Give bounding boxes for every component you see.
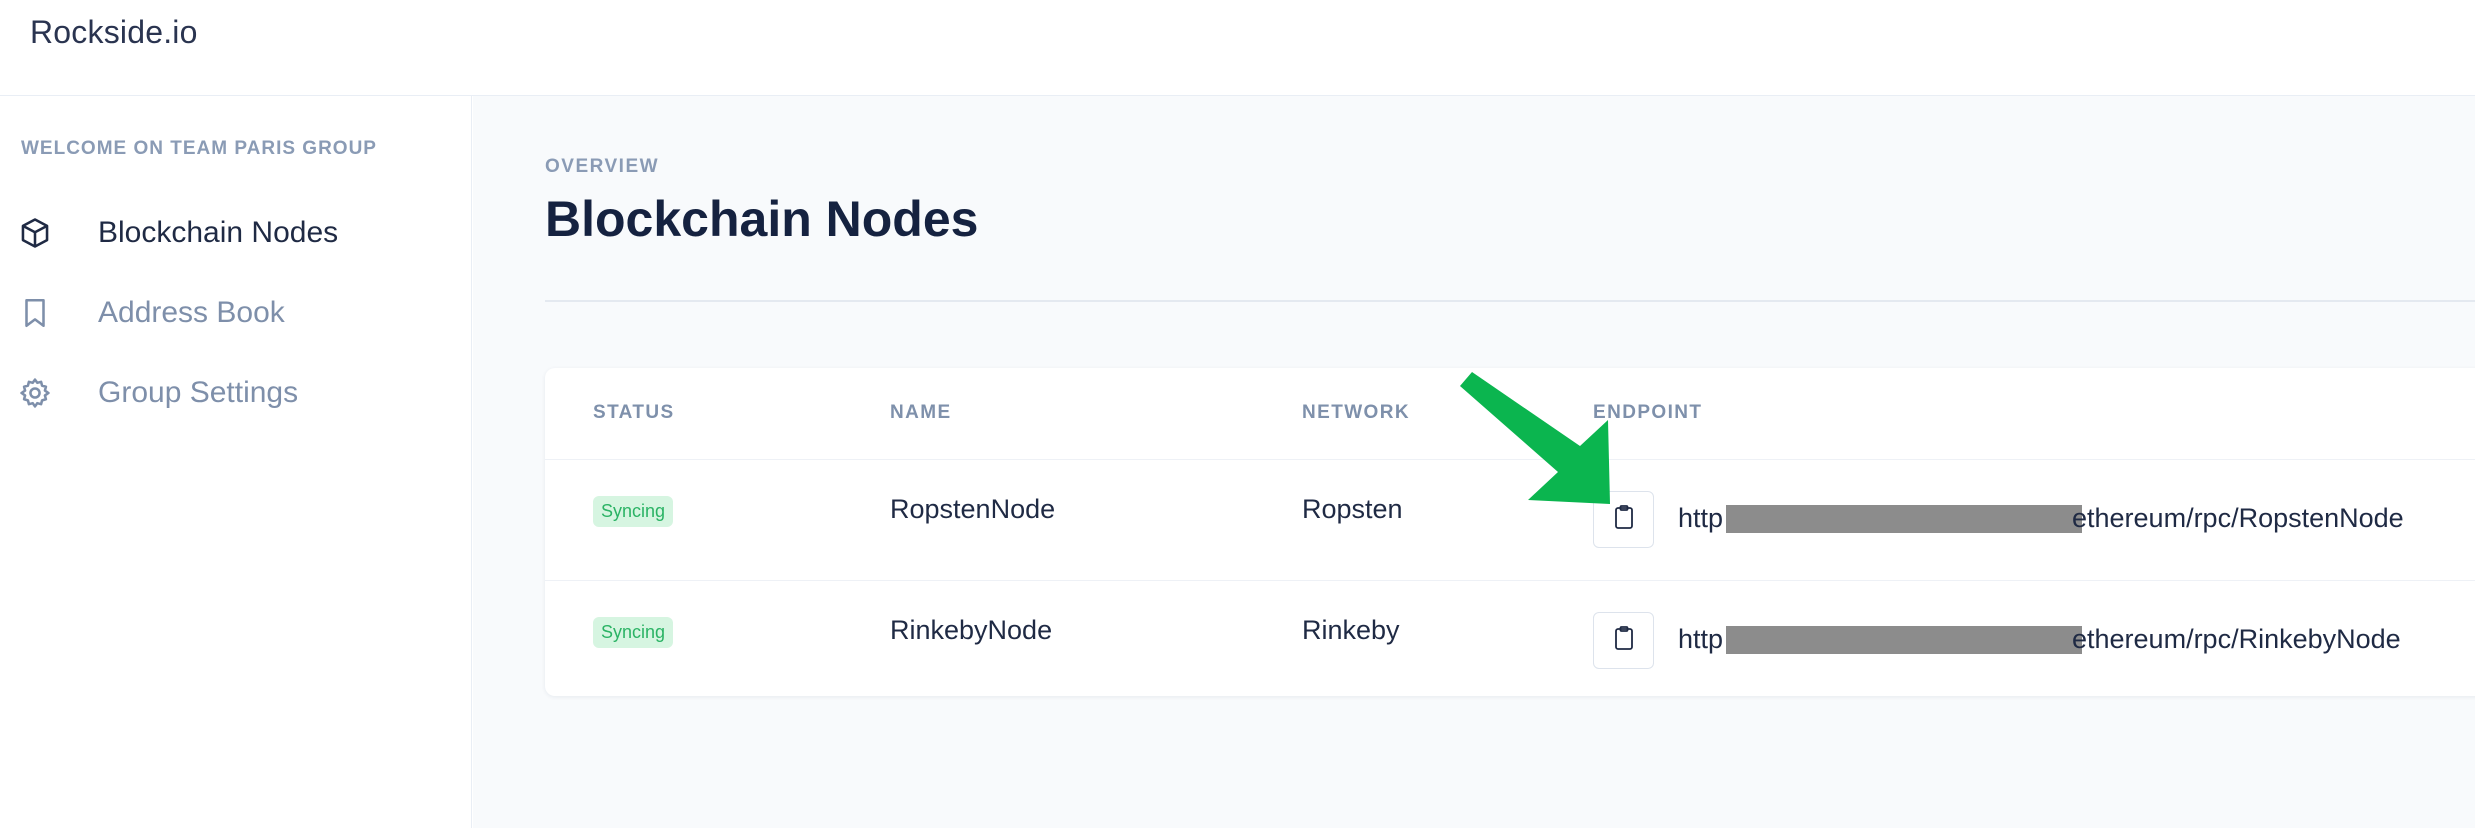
endpoint-suffix: ethereum/rpc/RopstenNode <box>2072 503 2404 533</box>
welcome-heading: WELCOME ON TEAM PARIS GROUP <box>21 138 377 159</box>
sidebar-item-group-settings[interactable]: Group Settings <box>18 368 458 418</box>
endpoint-suffix: ethereum/rpc/RinkebyNode <box>2072 624 2401 654</box>
page-overline: OVERVIEW <box>545 156 660 177</box>
column-header-network: NETWORK <box>1302 402 1410 423</box>
brand-logo[interactable]: Rockside.io <box>30 14 198 51</box>
clipboard-icon <box>1612 625 1636 656</box>
endpoint-url: http ethereum/rpc/RopstenNode <box>1678 503 2438 537</box>
redaction-block <box>1726 505 2082 533</box>
table-row: Syncing RinkebyNode Rinkeby http ethereu… <box>545 580 2475 700</box>
node-name: RinkebyNode <box>890 615 1053 645</box>
column-header-name: NAME <box>890 402 952 423</box>
column-header-status: STATUS <box>593 402 675 423</box>
gear-icon <box>18 373 58 413</box>
endpoint-prefix: http <box>1678 503 1724 533</box>
status-badge: Syncing <box>593 617 674 648</box>
top-bar: Rockside.io <box>0 0 2475 96</box>
divider <box>545 300 2475 302</box>
bookmark-icon <box>18 293 58 333</box>
node-name: RopstenNode <box>890 494 1056 524</box>
sidebar-item-label: Group Settings <box>98 376 299 409</box>
endpoint-prefix: http <box>1678 624 1724 654</box>
status-badge: Syncing <box>593 496 674 527</box>
sidebar-item-label: Address Book <box>98 296 285 329</box>
redaction-block <box>1726 626 2082 654</box>
clipboard-icon <box>1612 504 1636 535</box>
node-network: Ropsten <box>1302 494 1403 524</box>
sidebar: WELCOME ON TEAM PARIS GROUP Blockchain N… <box>0 96 472 828</box>
cube-icon <box>18 213 58 253</box>
node-network: Rinkeby <box>1302 615 1400 645</box>
annotation-arrow-icon <box>1460 372 1610 504</box>
endpoint-url: http ethereum/rpc/RinkebyNode <box>1678 624 2438 658</box>
copy-endpoint-button[interactable] <box>1593 612 1654 669</box>
sidebar-item-blockchain-nodes[interactable]: Blockchain Nodes <box>18 208 458 258</box>
page-title: Blockchain Nodes <box>545 191 979 247</box>
sidebar-item-address-book[interactable]: Address Book <box>18 288 458 338</box>
sidebar-item-label: Blockchain Nodes <box>98 216 339 249</box>
